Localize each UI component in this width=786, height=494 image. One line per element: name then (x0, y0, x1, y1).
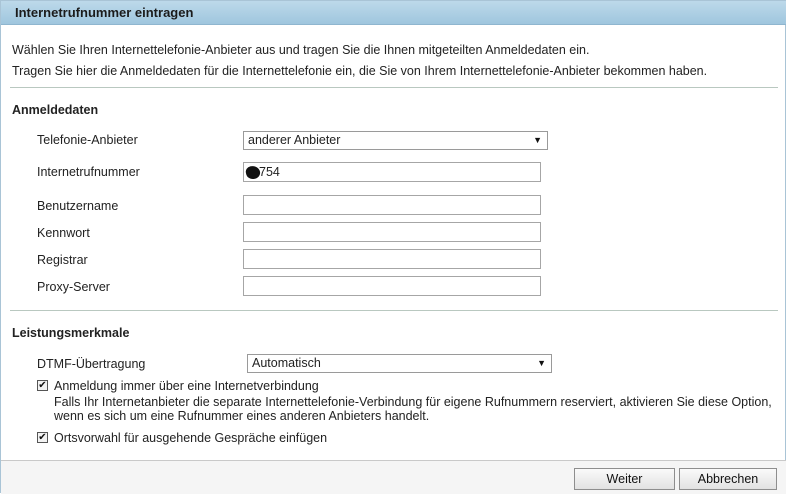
title-bar: Internetrufnummer eintragen (1, 1, 786, 25)
divider (10, 87, 778, 88)
area-code-checkbox-label: Ortsvorwahl für ausgehende Gespräche ein… (54, 431, 328, 445)
intro-line-1: Wählen Sie Ihren Internettelefonie-Anbie… (12, 43, 590, 57)
dtmf-select-value: Automatisch (252, 356, 321, 370)
intro-text: Wählen Sie Ihren Internettelefonie-Anbie… (12, 40, 707, 82)
password-label: Kennwort (37, 226, 90, 240)
dialog-window: Internetrufnummer eintragen Wählen Sie I… (0, 0, 786, 494)
next-button[interactable]: Weiter (574, 468, 675, 490)
provider-select[interactable]: anderer Anbieter ▼ (243, 131, 548, 150)
registrar-label: Registrar (37, 253, 88, 267)
registrar-input[interactable] (243, 249, 541, 269)
internet-login-checkbox[interactable]: ✔ (37, 380, 48, 391)
provider-select-value: anderer Anbieter (248, 133, 341, 147)
username-label: Benutzername (37, 199, 119, 213)
proxy-server-input[interactable] (243, 276, 541, 296)
section-heading-anmeldedaten: Anmeldedaten (12, 103, 99, 117)
provider-label: Telefonie-Anbieter (37, 133, 138, 147)
checkmark-icon: ✔ (38, 432, 47, 443)
internet-number-input[interactable]: 754 (243, 162, 541, 182)
proxy-label: Proxy-Server (37, 280, 110, 294)
area-code-checkbox[interactable]: ✔ (37, 432, 48, 443)
dropdown-arrow-icon: ▼ (537, 358, 546, 368)
cancel-button[interactable]: Abbrechen (679, 468, 777, 490)
internet-login-note: Falls Ihr Internetanbieter die separate … (54, 395, 772, 423)
section-heading-leistungsmerkmale: Leistungsmerkmale (12, 326, 130, 340)
password-input[interactable] (243, 222, 541, 242)
divider (10, 310, 778, 311)
dtmf-label: DTMF-Übertragung (37, 357, 146, 371)
number-label: Internetrufnummer (37, 165, 140, 179)
checkmark-icon: ✔ (38, 380, 47, 391)
username-input[interactable] (243, 195, 541, 215)
dtmf-select[interactable]: Automatisch ▼ (247, 354, 552, 373)
intro-line-2: Tragen Sie hier die Anmeldedaten für die… (12, 64, 708, 78)
dropdown-arrow-icon: ▼ (533, 135, 542, 145)
internet-login-checkbox-label: Anmeldung immer über eine Internetverbin… (54, 379, 319, 393)
dialog-title: Internetrufnummer eintragen (15, 5, 194, 20)
